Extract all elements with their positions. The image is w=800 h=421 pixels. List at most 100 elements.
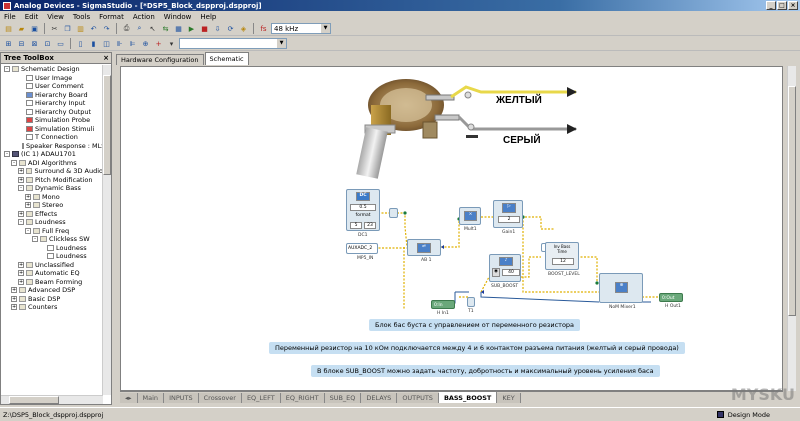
expand-icon[interactable]: + [18,270,24,277]
menu-tools[interactable]: Tools [71,13,92,21]
tree-item[interactable]: Simulation Probe [1,116,103,125]
aux-adc-input-block[interactable]: AUXADC_2 [346,243,378,254]
tab-hardware-configuration[interactable]: Hardware Configuration [116,54,204,65]
add-icon[interactable]: + [153,38,164,49]
sheet-tab-crossover[interactable]: Crossover [198,392,242,403]
probe-icon[interactable]: ◈ [238,23,249,34]
align-top-icon[interactable]: ⊡ [42,38,53,49]
sheet-nav-arrows-icon[interactable]: ◂▸ [120,392,138,403]
cut-icon[interactable]: ✂ [49,23,60,34]
paste-icon[interactable]: ▥ [75,23,86,34]
sample-rate-select[interactable]: 48 kHz ▼ [271,23,331,34]
tree-item[interactable]: User Comment [1,82,103,91]
expand-icon[interactable]: + [18,210,24,217]
schematic-canvas[interactable]: ЖЕЛТЫЙ СЕРЫЙ DC 0.5 format 5 23 DC1 AUXA… [120,66,783,391]
copy-icon[interactable]: ❐ [62,23,73,34]
save-icon[interactable]: ▣ [29,23,40,34]
dc-source-block[interactable]: DC 0.5 format 5 23 [346,189,380,231]
tree-item[interactable]: + Pitch Modification [1,176,103,185]
sheet-tab-outputs[interactable]: OUTPUTS [397,392,439,403]
sheet-tab-key[interactable]: KEY [497,392,521,403]
stop-icon[interactable]: ■ [199,23,210,34]
multiplier-block[interactable]: × [459,207,481,225]
tree-item[interactable]: - Full Freq [1,227,103,236]
tree-item[interactable]: T Connection [1,133,103,142]
menu-action[interactable]: Action [131,13,157,21]
expand-icon[interactable]: + [25,193,31,200]
level-value-field[interactable]: 12 [552,258,574,265]
align-center-icon[interactable]: ⊟ [16,38,27,49]
compile-icon[interactable]: ▶ [186,23,197,34]
tree-item[interactable]: + Unclassified [1,261,103,270]
mixer-block[interactable]: ⊕ [599,273,643,303]
gain-value-field[interactable]: 2 [498,216,520,223]
sheet-tab-inputs[interactable]: INPUTS [164,392,199,403]
ab-block[interactable]: ⇌ [407,239,441,256]
output-block[interactable]: 0:Out [659,293,683,302]
tree-vertical-scrollbar[interactable] [102,65,111,395]
scrollbar-thumb[interactable] [9,396,59,404]
t-connection-block[interactable] [467,297,475,307]
tree-item[interactable]: + Basic DSP [1,295,103,304]
tree-item[interactable]: - Dynamic Bass [1,184,103,193]
dc-format-b[interactable]: 23 [364,222,376,229]
sheet-tab-bass-boost[interactable]: BASS_BOOST [438,392,498,403]
link-compile-icon[interactable]: ⟳ [225,23,236,34]
same-width-icon[interactable]: ▯ [75,38,86,49]
tree-item[interactable]: Hierarchy Board [1,91,103,100]
align-bottom-icon[interactable]: ▭ [55,38,66,49]
dropdown-icon[interactable]: ▾ [166,38,177,49]
expand-icon[interactable]: + [11,295,17,302]
style-select[interactable]: ▼ [179,38,287,49]
menu-help[interactable]: Help [198,13,218,21]
close-icon[interactable]: × [103,54,109,62]
tree-item[interactable]: - ADI Algorithms [1,159,103,168]
link-icon[interactable]: ⇆ [160,23,171,34]
space-across-icon[interactable]: ⊪ [114,38,125,49]
sheet-tab-eq-right[interactable]: EQ_RIGHT [280,392,325,403]
open-folder-icon[interactable]: ▰ [16,23,27,34]
tree-item[interactable]: Simulation Stimuli [1,125,103,134]
align-left-icon[interactable]: ⊞ [3,38,14,49]
tree-item[interactable]: Loudness [1,252,103,261]
gain-block[interactable]: ▷ 2 [493,200,523,228]
tree-item[interactable]: - Clickless SW [1,235,103,244]
tree-item[interactable]: + Counters [1,303,103,312]
maximize-button[interactable]: □ [777,1,787,10]
collapse-icon[interactable]: - [4,151,10,158]
pointer-icon[interactable]: ↖ [147,23,158,34]
aux-adc-select[interactable]: AUXADC_2 [347,244,377,253]
sheet-tab-sub-eq[interactable]: SUB_EQ [324,392,362,403]
tree-horizontal-scrollbar[interactable] [1,395,103,404]
tree-item[interactable]: - (IC 1) ADAU1701 [1,150,103,159]
collapse-icon[interactable]: - [18,185,24,192]
new-file-icon[interactable]: ▤ [3,23,14,34]
tree-item[interactable]: Loudness [1,244,103,253]
tree-item[interactable]: + Effects [1,210,103,219]
close-button[interactable]: × [788,1,798,10]
download-icon[interactable]: ⇩ [212,23,223,34]
collapse-icon[interactable]: - [18,219,24,226]
tree-item[interactable]: + Automatic EQ [1,269,103,278]
input-block[interactable]: 0:In [431,300,455,309]
scrollbar-thumb[interactable] [103,75,111,175]
tree-item[interactable]: Hierarchy Output [1,108,103,117]
tree-item[interactable]: + Advanced DSP [1,286,103,295]
boost-level-block[interactable]: Inv Bass Time 12 [545,242,579,270]
expand-icon[interactable]: + [18,278,24,285]
menu-window[interactable]: Window [162,13,194,21]
center-icon[interactable]: ⊕ [140,38,151,49]
align-right-icon[interactable]: ⊠ [29,38,40,49]
tree-item[interactable]: User Image [1,74,103,83]
tree-item[interactable]: - Loudness [1,218,103,227]
print-icon[interactable]: ⎙ [121,23,132,34]
undo-icon[interactable]: ↶ [88,23,99,34]
zoom-icon[interactable]: ⌕ [134,23,145,34]
boost-value-field[interactable]: 40 [502,269,520,276]
tree-item[interactable]: Hierarchy Input [1,99,103,108]
expand-icon[interactable]: + [25,202,31,209]
space-down-icon[interactable]: ⊫ [127,38,138,49]
scrollbar-thumb[interactable] [788,86,796,316]
sheet-tab-main[interactable]: Main [137,392,165,403]
sheet-tab-eq-left[interactable]: EQ_LEFT [241,392,281,403]
